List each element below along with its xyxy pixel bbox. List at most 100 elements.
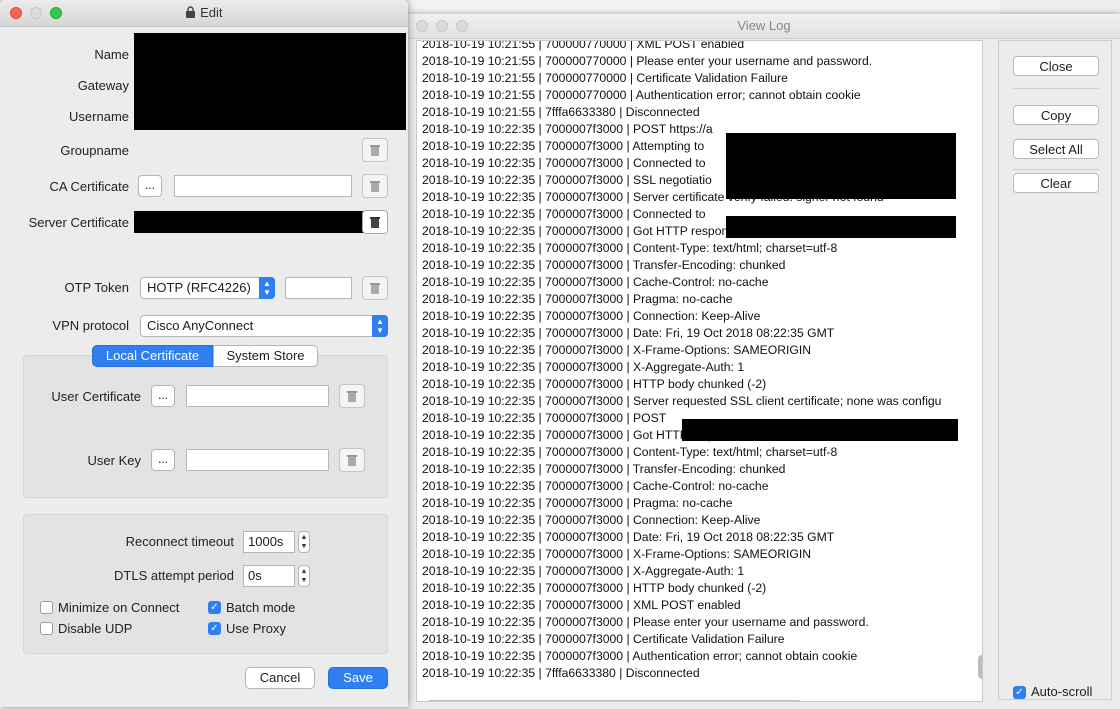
trash-icon <box>370 217 380 228</box>
popup-arrows-icon: ▲ ▼ <box>259 277 275 299</box>
log-line: 2018-10-19 10:22:35 | 7000007f3000 | HTT… <box>422 581 767 595</box>
use-proxy-label: Use Proxy <box>226 621 286 636</box>
log-line: 2018-10-19 10:22:35 | 7000007f3000 | XML… <box>422 598 741 612</box>
log-line: 2018-10-19 10:22:35 | 7000007f3000 | Con… <box>422 513 761 527</box>
tab-system-store[interactable]: System Store <box>213 345 318 367</box>
log-line: 2018-10-19 10:21:55 | 7fffa6633380 | Dis… <box>422 105 700 119</box>
user-certificate-trash-button[interactable] <box>339 384 365 408</box>
ca-certificate-trash-button[interactable] <box>362 174 388 198</box>
log-line: 2018-10-19 10:22:35 | 7000007f3000 | Cer… <box>422 632 785 646</box>
log-line: 2018-10-19 10:21:55 | 700000770000 | XML… <box>422 40 745 51</box>
groupname-label: Groupname <box>60 143 129 158</box>
log-text-area[interactable]: 2018-10-19 10:21:55 | 700000770000 | XML… <box>416 40 983 702</box>
separator <box>1013 169 1099 170</box>
name-label: Name <box>94 47 129 62</box>
log-line: 2018-10-19 10:22:35 | 7000007f3000 | Tra… <box>422 258 786 272</box>
log-line: 2018-10-19 10:22:35 | 7000007f3000 | X-F… <box>422 547 812 561</box>
dtls-attempt-period-label: DTLS attempt period <box>114 568 234 583</box>
reconnect-timeout-stepper[interactable]: ▲ ▼ <box>298 531 310 553</box>
user-key-field[interactable] <box>186 449 329 471</box>
ca-certificate-label: CA Certificate <box>49 179 129 194</box>
redacted-server-certificate-field[interactable] <box>134 211 364 233</box>
user-certificate-field[interactable] <box>186 385 329 407</box>
edit-title-text: Edit <box>200 5 223 20</box>
separator <box>1013 88 1099 89</box>
log-line: 2018-10-19 10:22:35 | 7000007f3000 | Cac… <box>422 275 769 289</box>
user-certificate-label: User Certificate <box>51 389 141 404</box>
log-line: 2018-10-19 10:22:35 | 7000007f3000 | X-F… <box>422 343 812 357</box>
popup-arrows-icon: ▲ ▼ <box>372 315 388 337</box>
user-certificate-browse-button[interactable]: ... <box>151 385 175 407</box>
user-key-trash-button[interactable] <box>339 448 365 472</box>
redacted-block <box>726 216 956 238</box>
dtls-attempt-period-stepper[interactable]: ▲ ▼ <box>298 565 310 587</box>
trash-icon <box>370 181 380 192</box>
minimize-on-connect-label: Minimize on Connect <box>58 600 180 615</box>
otp-token-field[interactable] <box>285 277 352 299</box>
log-line: 2018-10-19 10:22:35 | 7000007f3000 | X-A… <box>422 564 745 578</box>
log-line: 2018-10-19 10:22:35 | 7000007f3000 | Con… <box>422 309 761 323</box>
server-certificate-trash-button[interactable] <box>362 210 388 234</box>
redacted-block <box>682 419 958 441</box>
otp-type-value: HOTP (RFC4226) <box>147 280 251 295</box>
reconnect-timeout-field[interactable]: 1000s <box>243 531 295 553</box>
batch-mode-checkbox[interactable]: ✓ <box>208 601 221 614</box>
log-window-title: View Log <box>737 18 791 33</box>
log-line: 2018-10-19 10:21:55 | 700000770000 | Aut… <box>422 88 861 102</box>
view-log-window: View Log 2018-10-19 10:21:55 | 700000770… <box>408 14 1120 709</box>
ca-certificate-browse-button[interactable]: ... <box>138 175 162 197</box>
use-proxy-checkbox[interactable]: ✓ <box>208 622 221 635</box>
log-line: 2018-10-19 10:22:35 | 7000007f3000 | Dat… <box>422 326 835 340</box>
edit-titlebar: Edit <box>0 0 408 27</box>
select-all-button[interactable]: Select All <box>1013 139 1099 159</box>
log-line: 2018-10-19 10:22:35 | 7000007f3000 | Con… <box>422 241 838 255</box>
copy-button[interactable]: Copy <box>1013 105 1099 125</box>
log-line: 2018-10-19 10:22:35 | 7000007f3000 | Ple… <box>422 615 869 629</box>
otp-token-label: OTP Token <box>64 280 129 295</box>
log-vertical-scrollbar[interactable] <box>978 655 982 679</box>
log-line: 2018-10-19 10:22:35 | 7fffa6633380 | Dis… <box>422 666 700 680</box>
gateway-label: Gateway <box>77 78 129 93</box>
trash-icon <box>347 455 357 466</box>
trash-icon <box>347 391 357 402</box>
vpn-protocol-select[interactable]: Cisco AnyConnect ▲ ▼ <box>140 315 388 337</box>
cancel-button[interactable]: Cancel <box>245 667 315 689</box>
log-line: 2018-10-19 10:22:35 | 7000007f3000 | X-A… <box>422 360 745 374</box>
save-button[interactable]: Save <box>328 667 388 689</box>
log-line: 2018-10-19 10:21:55 | 700000770000 | Ple… <box>422 54 873 68</box>
trash-icon <box>370 283 380 294</box>
username-label: Username <box>69 109 129 124</box>
edit-window-title: Edit <box>0 5 408 20</box>
log-actions-panel: Close Copy Select All Clear ✓ Auto-scrol… <box>998 40 1112 700</box>
log-line: 2018-10-19 10:22:35 | 7000007f3000 | Con… <box>422 445 838 459</box>
tab-local-certificate[interactable]: Local Certificate <box>92 345 213 367</box>
user-key-browse-button[interactable]: ... <box>151 449 175 471</box>
dtls-attempt-period-field[interactable]: 0s <box>243 565 295 587</box>
ca-certificate-field[interactable] <box>174 175 352 197</box>
reconnect-timeout-label: Reconnect timeout <box>125 534 234 549</box>
groupname-trash-button[interactable] <box>362 138 388 162</box>
log-line: 2018-10-19 10:22:35 | 7000007f3000 | Pra… <box>422 496 733 510</box>
otp-token-trash-button[interactable] <box>362 276 388 300</box>
certificate-group <box>23 355 388 498</box>
log-line: 2018-10-19 10:21:55 | 700000770000 | Cer… <box>422 71 788 85</box>
user-key-label: User Key <box>87 453 141 468</box>
log-line: 2018-10-19 10:22:35 | 7000007f3000 | Dat… <box>422 530 835 544</box>
log-titlebar: View Log <box>408 14 1120 39</box>
auto-scroll-label: Auto-scroll <box>1031 684 1093 699</box>
log-line: 2018-10-19 10:22:35 | 7000007f3000 | Ser… <box>422 394 942 408</box>
otp-type-select[interactable]: HOTP (RFC4226) ▲ ▼ <box>140 277 275 299</box>
auto-scroll-checkbox[interactable]: ✓ <box>1013 686 1026 699</box>
redacted-credentials-fields[interactable] <box>134 33 406 130</box>
disable-udp-checkbox[interactable] <box>40 622 53 635</box>
edit-window: Edit Name Gateway Username Groupname CA … <box>0 0 408 707</box>
lock-icon <box>186 6 196 18</box>
close-button[interactable]: Close <box>1013 56 1099 76</box>
minimize-on-connect-checkbox[interactable] <box>40 601 53 614</box>
log-line: 2018-10-19 10:22:35 | 7000007f3000 | Cac… <box>422 479 769 493</box>
batch-mode-label: Batch mode <box>226 600 296 615</box>
log-horizontal-scrollbar[interactable] <box>427 700 802 701</box>
clear-button[interactable]: Clear <box>1013 173 1099 193</box>
vpn-protocol-value: Cisco AnyConnect <box>147 318 254 333</box>
log-line: 2018-10-19 10:22:35 | 7000007f3000 | Pra… <box>422 292 733 306</box>
